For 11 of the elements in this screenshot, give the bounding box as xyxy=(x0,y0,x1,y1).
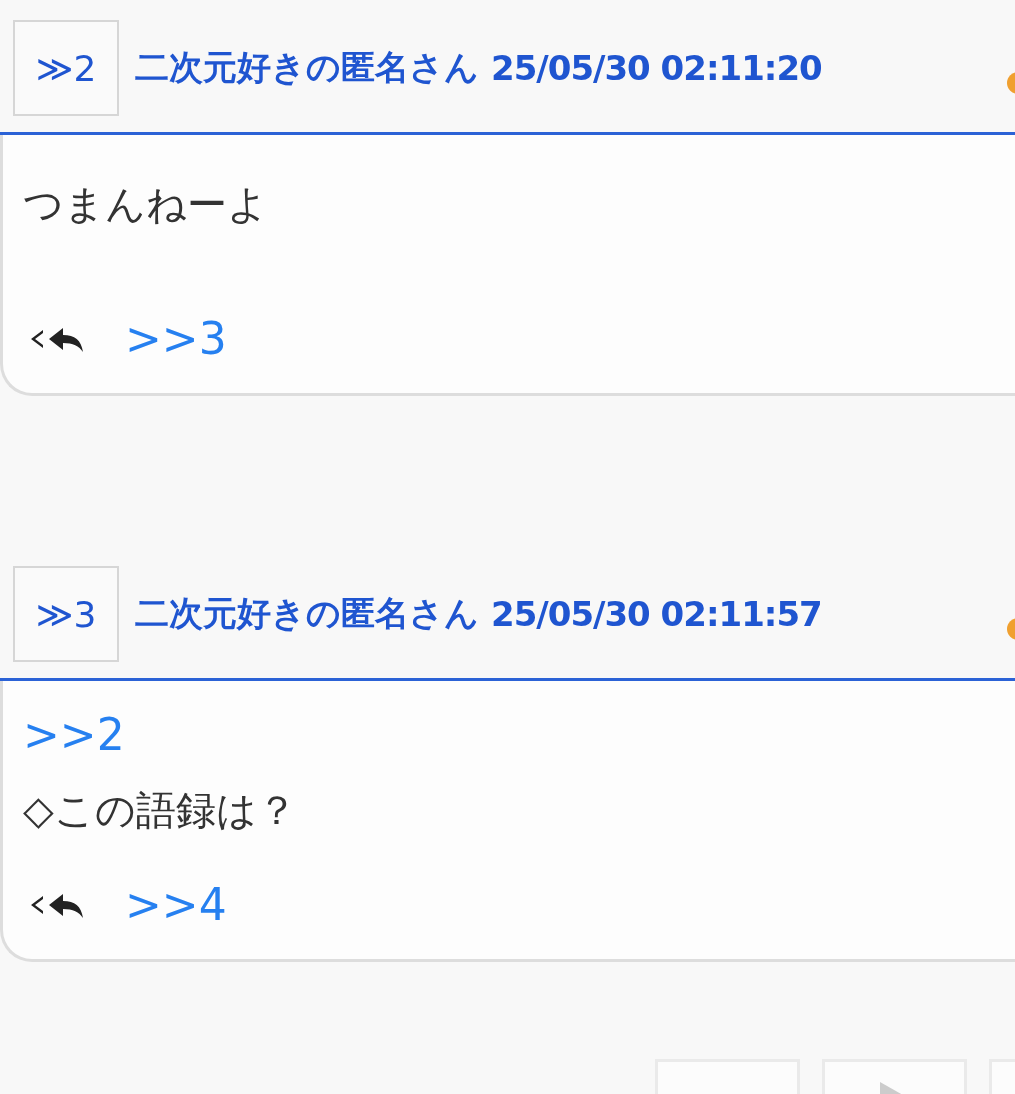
post-text: ◇この語録は？ xyxy=(23,786,298,835)
reply-link[interactable]: >>4 xyxy=(125,875,227,935)
post-number[interactable]: ≫3 xyxy=(13,566,119,662)
reply-link[interactable]: >>3 xyxy=(125,309,227,369)
post-text: つまんねーよ xyxy=(23,180,269,229)
post-author: 二次元好きの匿名さん xyxy=(135,46,479,89)
post-date: 25/05/30 02:11:57 xyxy=(491,594,822,634)
reply-anchor-link[interactable]: >>2 xyxy=(23,705,125,765)
post-number[interactable]: ≫2 xyxy=(13,20,119,116)
post-author: 二次元好きの匿名さん xyxy=(135,592,479,635)
post-date: 25/05/30 02:11:20 xyxy=(491,48,822,88)
